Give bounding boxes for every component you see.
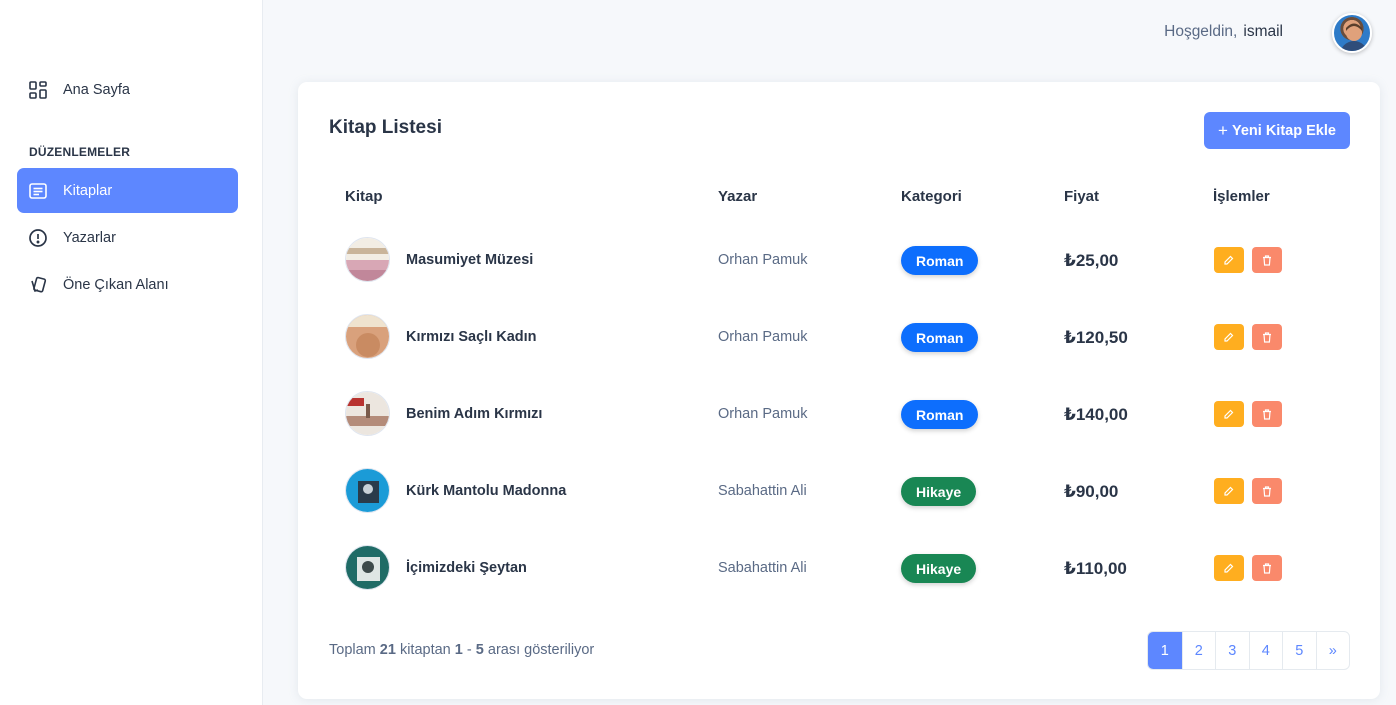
summary-range-start: 1 xyxy=(454,642,463,658)
summary-prefix: Toplam xyxy=(329,642,376,658)
edit-button[interactable] xyxy=(1214,555,1244,581)
edit-button[interactable] xyxy=(1214,401,1244,427)
page-button-5[interactable]: 5 xyxy=(1282,632,1316,669)
sidebar-item-label: Öne Çıkan Alanı xyxy=(63,276,169,293)
sidebar-item-one-cikan[interactable]: Öne Çıkan Alanı xyxy=(17,262,238,307)
book-cover-image xyxy=(345,237,390,282)
edit-icon xyxy=(1224,255,1234,265)
plus-icon: + xyxy=(1218,120,1228,140)
page-button-2[interactable]: 2 xyxy=(1181,632,1216,669)
delete-button[interactable] xyxy=(1252,324,1282,350)
book-title: İçimizdeki Şeytan xyxy=(406,560,527,576)
alert-circle-icon xyxy=(27,227,49,249)
add-book-button[interactable]: + Yeni Kitap Ekle xyxy=(1204,112,1350,149)
edit-icon xyxy=(1224,332,1234,342)
trash-icon xyxy=(1263,485,1271,497)
delete-button[interactable] xyxy=(1252,555,1282,581)
book-title: Masumiyet Müzesi xyxy=(406,252,534,268)
trash-icon xyxy=(1263,254,1271,266)
sidebar-section-title: DÜZENLEMELER xyxy=(29,145,131,159)
book-price: ₺120,50 xyxy=(1064,328,1128,347)
book-list-card: Kitap Listesi + Yeni Kitap Ekle Kitap Ya… xyxy=(298,82,1380,699)
book-author: Orhan Pamuk xyxy=(718,406,808,422)
delete-button[interactable] xyxy=(1252,401,1282,427)
book-author: Orhan Pamuk xyxy=(718,329,808,345)
edit-icon xyxy=(1224,563,1234,573)
page-button-4[interactable]: 4 xyxy=(1248,632,1283,669)
summary-suffix: arası gösteriliyor xyxy=(487,642,595,658)
delete-button[interactable] xyxy=(1252,247,1282,273)
book-author: Sabahattin Ali xyxy=(718,483,807,499)
sidebar: Ana Sayfa DÜZENLEMELER Kitaplar Yazarlar… xyxy=(0,0,263,705)
sidebar-item-label: Yazarlar xyxy=(63,229,116,246)
category-badge: Roman xyxy=(901,246,979,275)
edit-button[interactable] xyxy=(1214,478,1244,504)
book-title: Kürk Mantolu Madonna xyxy=(406,483,567,499)
column-header-islemler: İşlemler xyxy=(1213,188,1270,205)
add-book-label: Yeni Kitap Ekle xyxy=(1231,122,1336,139)
book-price: ₺110,00 xyxy=(1064,559,1127,578)
trash-icon xyxy=(1263,331,1271,343)
book-price: ₺90,00 xyxy=(1064,482,1119,501)
cards-icon xyxy=(27,274,49,296)
edit-button[interactable] xyxy=(1214,247,1244,273)
book-title: Kırmızı Saçlı Kadın xyxy=(406,329,537,345)
edit-icon xyxy=(1224,486,1234,496)
username: ismail xyxy=(1243,23,1283,40)
book-title: Benim Adım Kırmızı xyxy=(406,406,543,422)
book-cover-image xyxy=(345,468,390,513)
category-badge: Hikaye xyxy=(901,554,977,583)
welcome-label: Hoşgeldin, xyxy=(1164,23,1238,40)
category-badge: Roman xyxy=(901,400,979,429)
summary-range-end: 5 xyxy=(475,642,484,658)
column-header-fiyat: Fiyat xyxy=(1064,188,1100,205)
pagination-summary: Toplam 21 kitaptan 1 - 5 arası gösterili… xyxy=(329,642,594,658)
sidebar-item-label: Ana Sayfa xyxy=(63,81,130,98)
category-badge: Roman xyxy=(901,323,979,352)
column-header-kitap: Kitap xyxy=(345,188,383,205)
book-author: Orhan Pamuk xyxy=(718,252,808,268)
pagination: 1 2 3 4 5 » xyxy=(1147,631,1350,670)
trash-icon xyxy=(1263,408,1271,420)
page-button-3[interactable]: 3 xyxy=(1215,632,1249,669)
sidebar-item-yazarlar[interactable]: Yazarlar xyxy=(17,215,238,260)
book-cover-image xyxy=(345,545,390,590)
sidebar-item-ana-sayfa[interactable]: Ana Sayfa xyxy=(17,67,238,112)
edit-button[interactable] xyxy=(1214,324,1244,350)
book-cover-image xyxy=(345,391,390,436)
column-header-yazar: Yazar xyxy=(718,188,758,205)
book-list-icon xyxy=(27,180,49,202)
book-cover-image xyxy=(345,314,390,359)
next-page-button[interactable]: » xyxy=(1315,632,1350,669)
page-button-1[interactable]: 1 xyxy=(1148,632,1182,669)
book-price: ₺25,00 xyxy=(1064,251,1119,270)
welcome-text: Hoşgeldin, ismail xyxy=(1164,23,1283,41)
summary-total: 21 xyxy=(379,642,396,658)
sidebar-item-label: Kitaplar xyxy=(63,182,113,199)
book-author: Sabahattin Ali xyxy=(718,560,807,576)
column-header-kategori: Kategori xyxy=(901,188,962,205)
summary-middle: kitaptan xyxy=(399,642,451,658)
book-price: ₺140,00 xyxy=(1064,405,1128,424)
page-title: Kitap Listesi xyxy=(329,117,442,138)
edit-icon xyxy=(1224,409,1234,419)
avatar[interactable] xyxy=(1332,13,1372,53)
delete-button[interactable] xyxy=(1252,478,1282,504)
category-badge: Hikaye xyxy=(901,477,977,506)
trash-icon xyxy=(1263,562,1271,574)
topbar: Hoşgeldin, ismail xyxy=(263,0,1396,66)
summary-dash: - xyxy=(466,642,472,658)
sidebar-item-kitaplar[interactable]: Kitaplar xyxy=(17,168,238,213)
dashboard-icon xyxy=(27,79,49,101)
